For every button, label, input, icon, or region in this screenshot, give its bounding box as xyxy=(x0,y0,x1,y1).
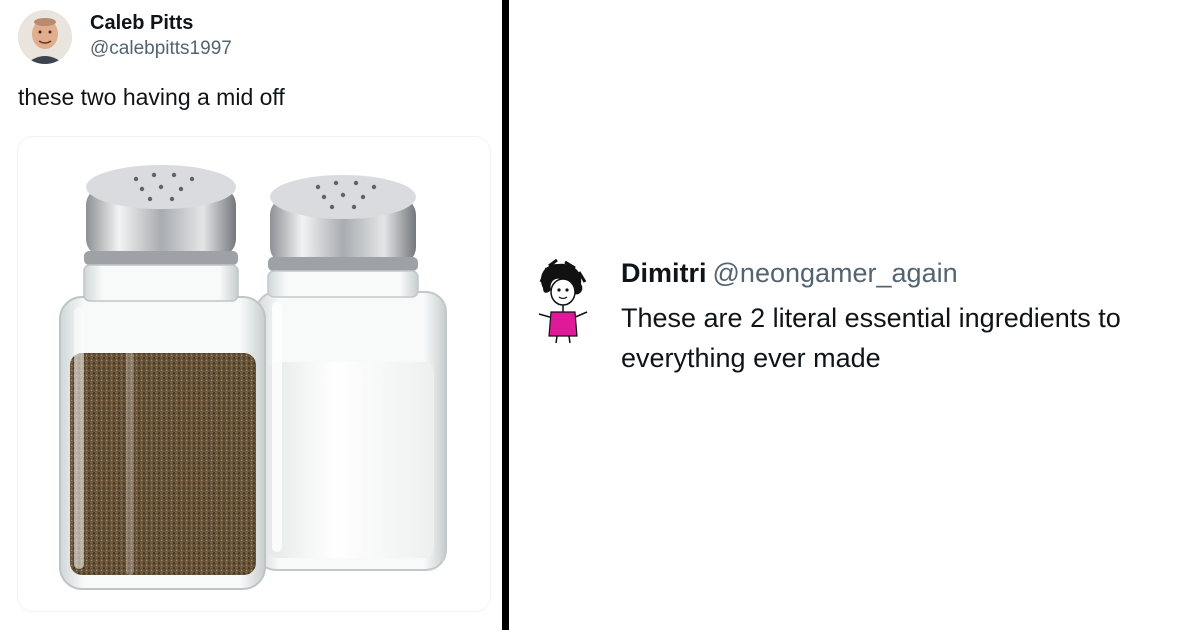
avatar[interactable] xyxy=(18,10,72,64)
avatar[interactable] xyxy=(531,258,593,344)
author-name[interactable]: Dimitri xyxy=(621,258,707,288)
author-handle[interactable]: @calebpitts1997 xyxy=(90,38,232,60)
author-handle[interactable]: @neongamer_again xyxy=(713,258,958,288)
original-tweet: Caleb Pitts @calebpitts1997 these two ha… xyxy=(0,0,502,630)
salt-pepper-shakers-image xyxy=(59,165,447,590)
author-name[interactable]: Caleb Pitts xyxy=(90,12,193,35)
reply-text: These are 2 literal essential ingredient… xyxy=(621,303,1121,373)
tweet-text: these two having a mid off xyxy=(18,84,285,110)
panel-divider xyxy=(502,0,509,630)
reply-tweet: Dimitri @neongamer_again These are 2 lite… xyxy=(509,0,1200,630)
reply-header: Dimitri @neongamer_again xyxy=(621,258,958,289)
doodle-character-icon xyxy=(538,258,588,344)
tweet-media[interactable] xyxy=(17,136,491,612)
profile-photo-icon xyxy=(18,10,72,64)
